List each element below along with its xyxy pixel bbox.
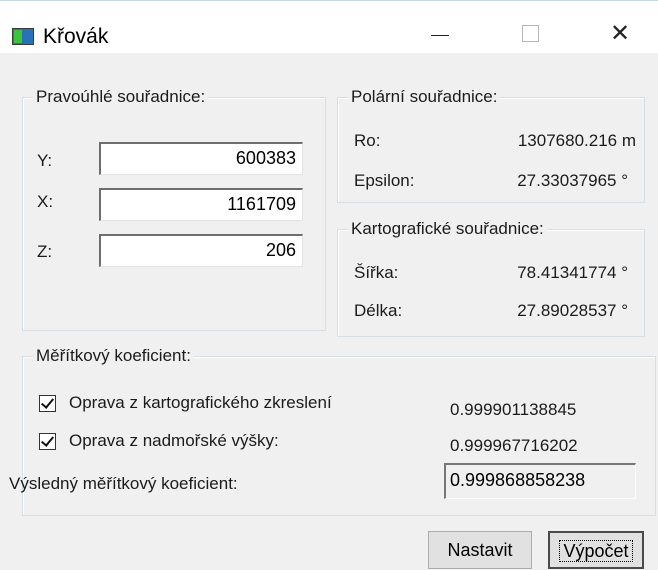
ro-label: Ro: xyxy=(354,131,381,150)
y-field[interactable]: 600383 xyxy=(99,142,303,175)
app-icon xyxy=(12,28,34,45)
latitude-label: Šířka: xyxy=(354,263,399,282)
carto-correction-value: 0.999901138845 xyxy=(450,400,577,419)
z-field[interactable]: 206 xyxy=(99,234,303,267)
latitude-value: 78.41341774 ° xyxy=(517,263,628,282)
krovak-window: Křovák ✕ Pravoúhlé souřadnice: Y: 600383… xyxy=(0,0,658,570)
longitude-label: Délka: xyxy=(354,301,403,320)
epsilon-label: Epsilon: xyxy=(354,171,415,190)
height-correction-label[interactable]: Oprava z nadmořské výšky: xyxy=(69,430,279,452)
minimize-button[interactable] xyxy=(410,15,470,51)
scale-factor-legend: Měřítkový koeficient: xyxy=(33,345,194,367)
set-button[interactable]: Nastavit xyxy=(428,531,532,569)
window-title: Křovák xyxy=(43,25,109,48)
title-bar[interactable]: Křovák ✕ xyxy=(0,1,658,53)
z-label: Z: xyxy=(37,242,53,261)
height-correction-checkbox[interactable] xyxy=(39,433,56,450)
carto-correction-label[interactable]: Oprava z kartografického zkreslení xyxy=(69,392,332,414)
close-icon: ✕ xyxy=(609,19,631,47)
result-scale-label: Výsledný měřítkový koeficient: xyxy=(9,474,238,493)
result-scale-field: 0.999868858238 xyxy=(444,463,636,499)
minimize-icon xyxy=(431,34,449,36)
height-correction-value: 0.999967716202 xyxy=(450,436,578,455)
rect-coords-group: Pravoúhlé souřadnice: Y: 600383 X: 11617… xyxy=(22,86,326,331)
close-button[interactable]: ✕ xyxy=(590,15,650,51)
compute-button-label: Výpočet xyxy=(559,540,633,562)
epsilon-value: 27.33037965 ° xyxy=(517,171,628,190)
carto-correction-checkbox[interactable] xyxy=(39,395,56,412)
maximize-icon xyxy=(521,24,539,42)
maximize-button[interactable] xyxy=(500,15,560,51)
compute-button[interactable]: Výpočet xyxy=(548,531,644,569)
x-label: X: xyxy=(37,192,54,211)
carto-coords-legend: Kartografické souřadnice: xyxy=(348,218,547,240)
longitude-value: 27.89028537 ° xyxy=(517,301,628,320)
y-label: Y: xyxy=(37,151,53,170)
rect-coords-legend: Pravoúhlé souřadnice: xyxy=(33,86,209,108)
ro-value: 1307680.216 m xyxy=(517,131,636,150)
polar-coords-legend: Polární souřadnice: xyxy=(348,86,501,108)
x-field[interactable]: 1161709 xyxy=(99,188,303,221)
carto-coords-group: Kartografické souřadnice: Šířka: 78.4134… xyxy=(337,218,645,337)
polar-coords-group: Polární souřadnice: Ro: 1307680.216 m Ep… xyxy=(337,86,645,203)
